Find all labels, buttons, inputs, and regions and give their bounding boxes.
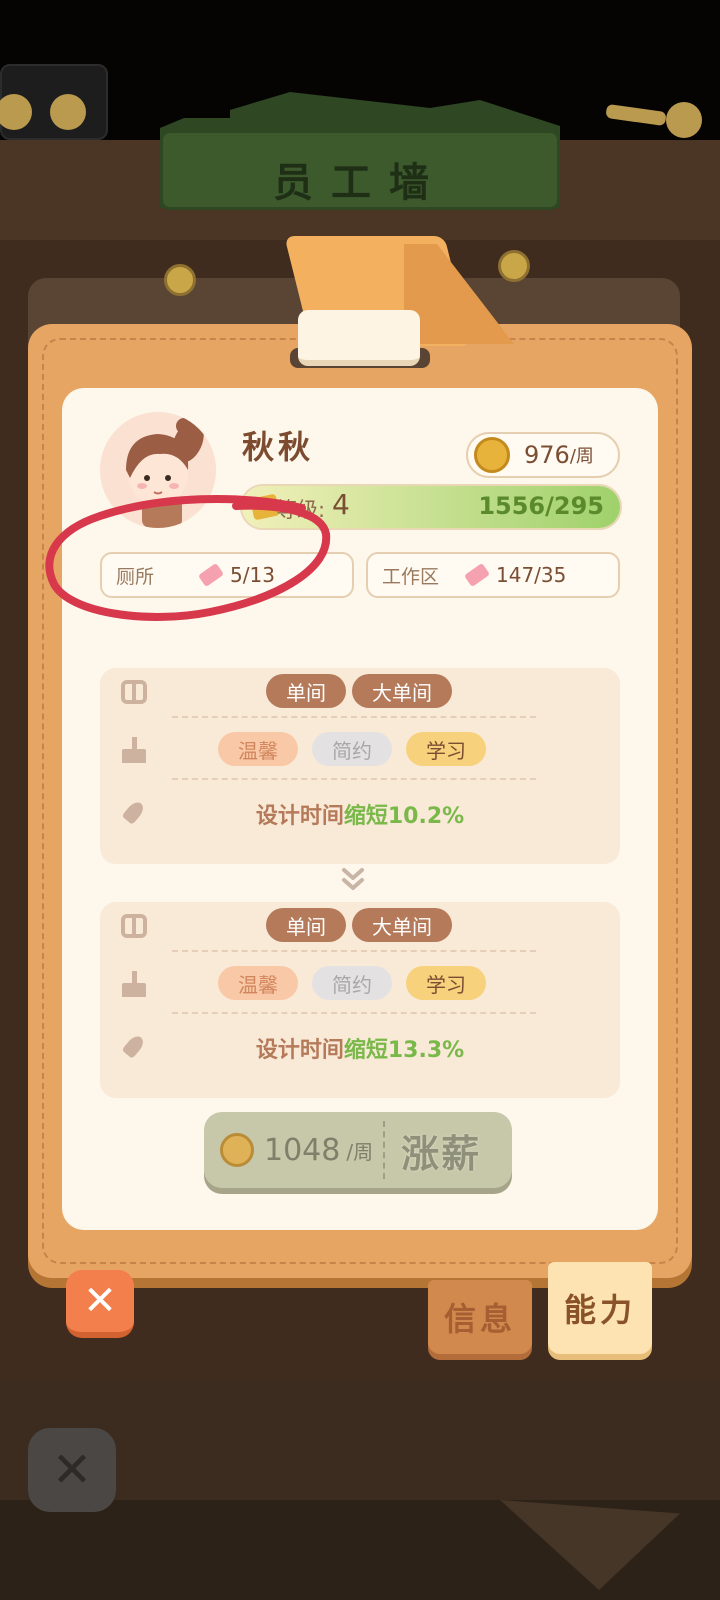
stat-workarea: 工作区 147/35 <box>366 552 620 598</box>
eraser-icon <box>463 562 491 588</box>
left-wall-decoration <box>0 64 108 140</box>
ability-panel-next: 单间 大单间 温馨 简约 学习 设计时间缩短13.3% <box>100 902 620 1098</box>
employee-name: 秋秋 <box>242 428 315 466</box>
broom-icon <box>118 968 150 1000</box>
raise-unit: /周 <box>346 1139 374 1164</box>
bottom-close-button[interactable]: ✕ <box>28 1428 116 1512</box>
close-icon: ✕ <box>83 1278 117 1324</box>
ability-panel-current: 单间 大单间 温馨 简约 学习 设计时间缩短10.2% <box>100 668 620 864</box>
room-tag: 单间 <box>266 674 346 708</box>
style-tag: 简约 <box>312 732 392 766</box>
clip-cap <box>298 310 420 366</box>
effect-text: 设计时间 <box>255 804 344 829</box>
style-tag: 简约 <box>312 966 392 1000</box>
effect-text: 设计时间 <box>255 1038 344 1063</box>
room-tag: 大单间 <box>352 908 452 942</box>
pin-icon <box>164 264 196 296</box>
ability-effect: 设计时间缩短13.3% <box>100 1032 620 1064</box>
broom-icon <box>118 734 150 766</box>
effect-value: 缩短13.3% <box>343 1038 465 1063</box>
salary-value: 976 <box>524 441 570 469</box>
tab-info[interactable]: 信息 <box>428 1280 532 1354</box>
raise-salary-button[interactable]: 1048 /周 涨薪 <box>204 1112 512 1188</box>
salary-unit: /周 <box>569 446 594 467</box>
style-tag: 学习 <box>406 966 486 1000</box>
style-tags: 温馨 简约 学习 <box>218 966 486 1000</box>
stat-value: 147/35 <box>496 563 567 587</box>
style-tags: 温馨 简约 学习 <box>218 732 486 766</box>
right-wall-peg <box>666 102 702 138</box>
effect-value: 缩短10.2% <box>343 804 465 829</box>
room-tags: 单间 大单间 <box>266 908 452 942</box>
stat-label: 工作区 <box>382 565 440 588</box>
room-tag: 大单间 <box>352 674 452 708</box>
close-icon: ✕ <box>51 1442 93 1498</box>
style-tag: 温馨 <box>218 966 298 1000</box>
pin-icon <box>498 250 530 282</box>
room-tag: 单间 <box>266 908 346 942</box>
coin-icon <box>220 1133 254 1167</box>
red-circle-annotation <box>45 495 331 621</box>
page-title: 员工墙 <box>273 160 447 206</box>
ability-effect: 设计时间缩短10.2% <box>100 798 620 830</box>
close-button[interactable]: ✕ <box>66 1270 134 1338</box>
level-progress-text: 1556/295 <box>478 492 604 520</box>
raise-amount: 1048 <box>264 1132 341 1168</box>
style-tag: 温馨 <box>218 732 298 766</box>
room-type-icon <box>118 910 150 942</box>
divider <box>172 778 536 780</box>
divider <box>172 1012 536 1014</box>
divider <box>172 950 536 952</box>
tab-ability[interactable]: 能力 <box>548 1262 652 1354</box>
button-separator <box>383 1121 386 1179</box>
room-type-icon <box>118 676 150 708</box>
raise-label: 涨薪 <box>401 1131 482 1176</box>
coin-icon <box>474 437 510 473</box>
double-chevron-down-icon <box>342 868 364 890</box>
divider <box>172 716 536 718</box>
style-tag: 学习 <box>406 732 486 766</box>
room-tags: 单间 大单间 <box>266 674 452 708</box>
salary-badge: 976 /周 <box>466 432 620 478</box>
